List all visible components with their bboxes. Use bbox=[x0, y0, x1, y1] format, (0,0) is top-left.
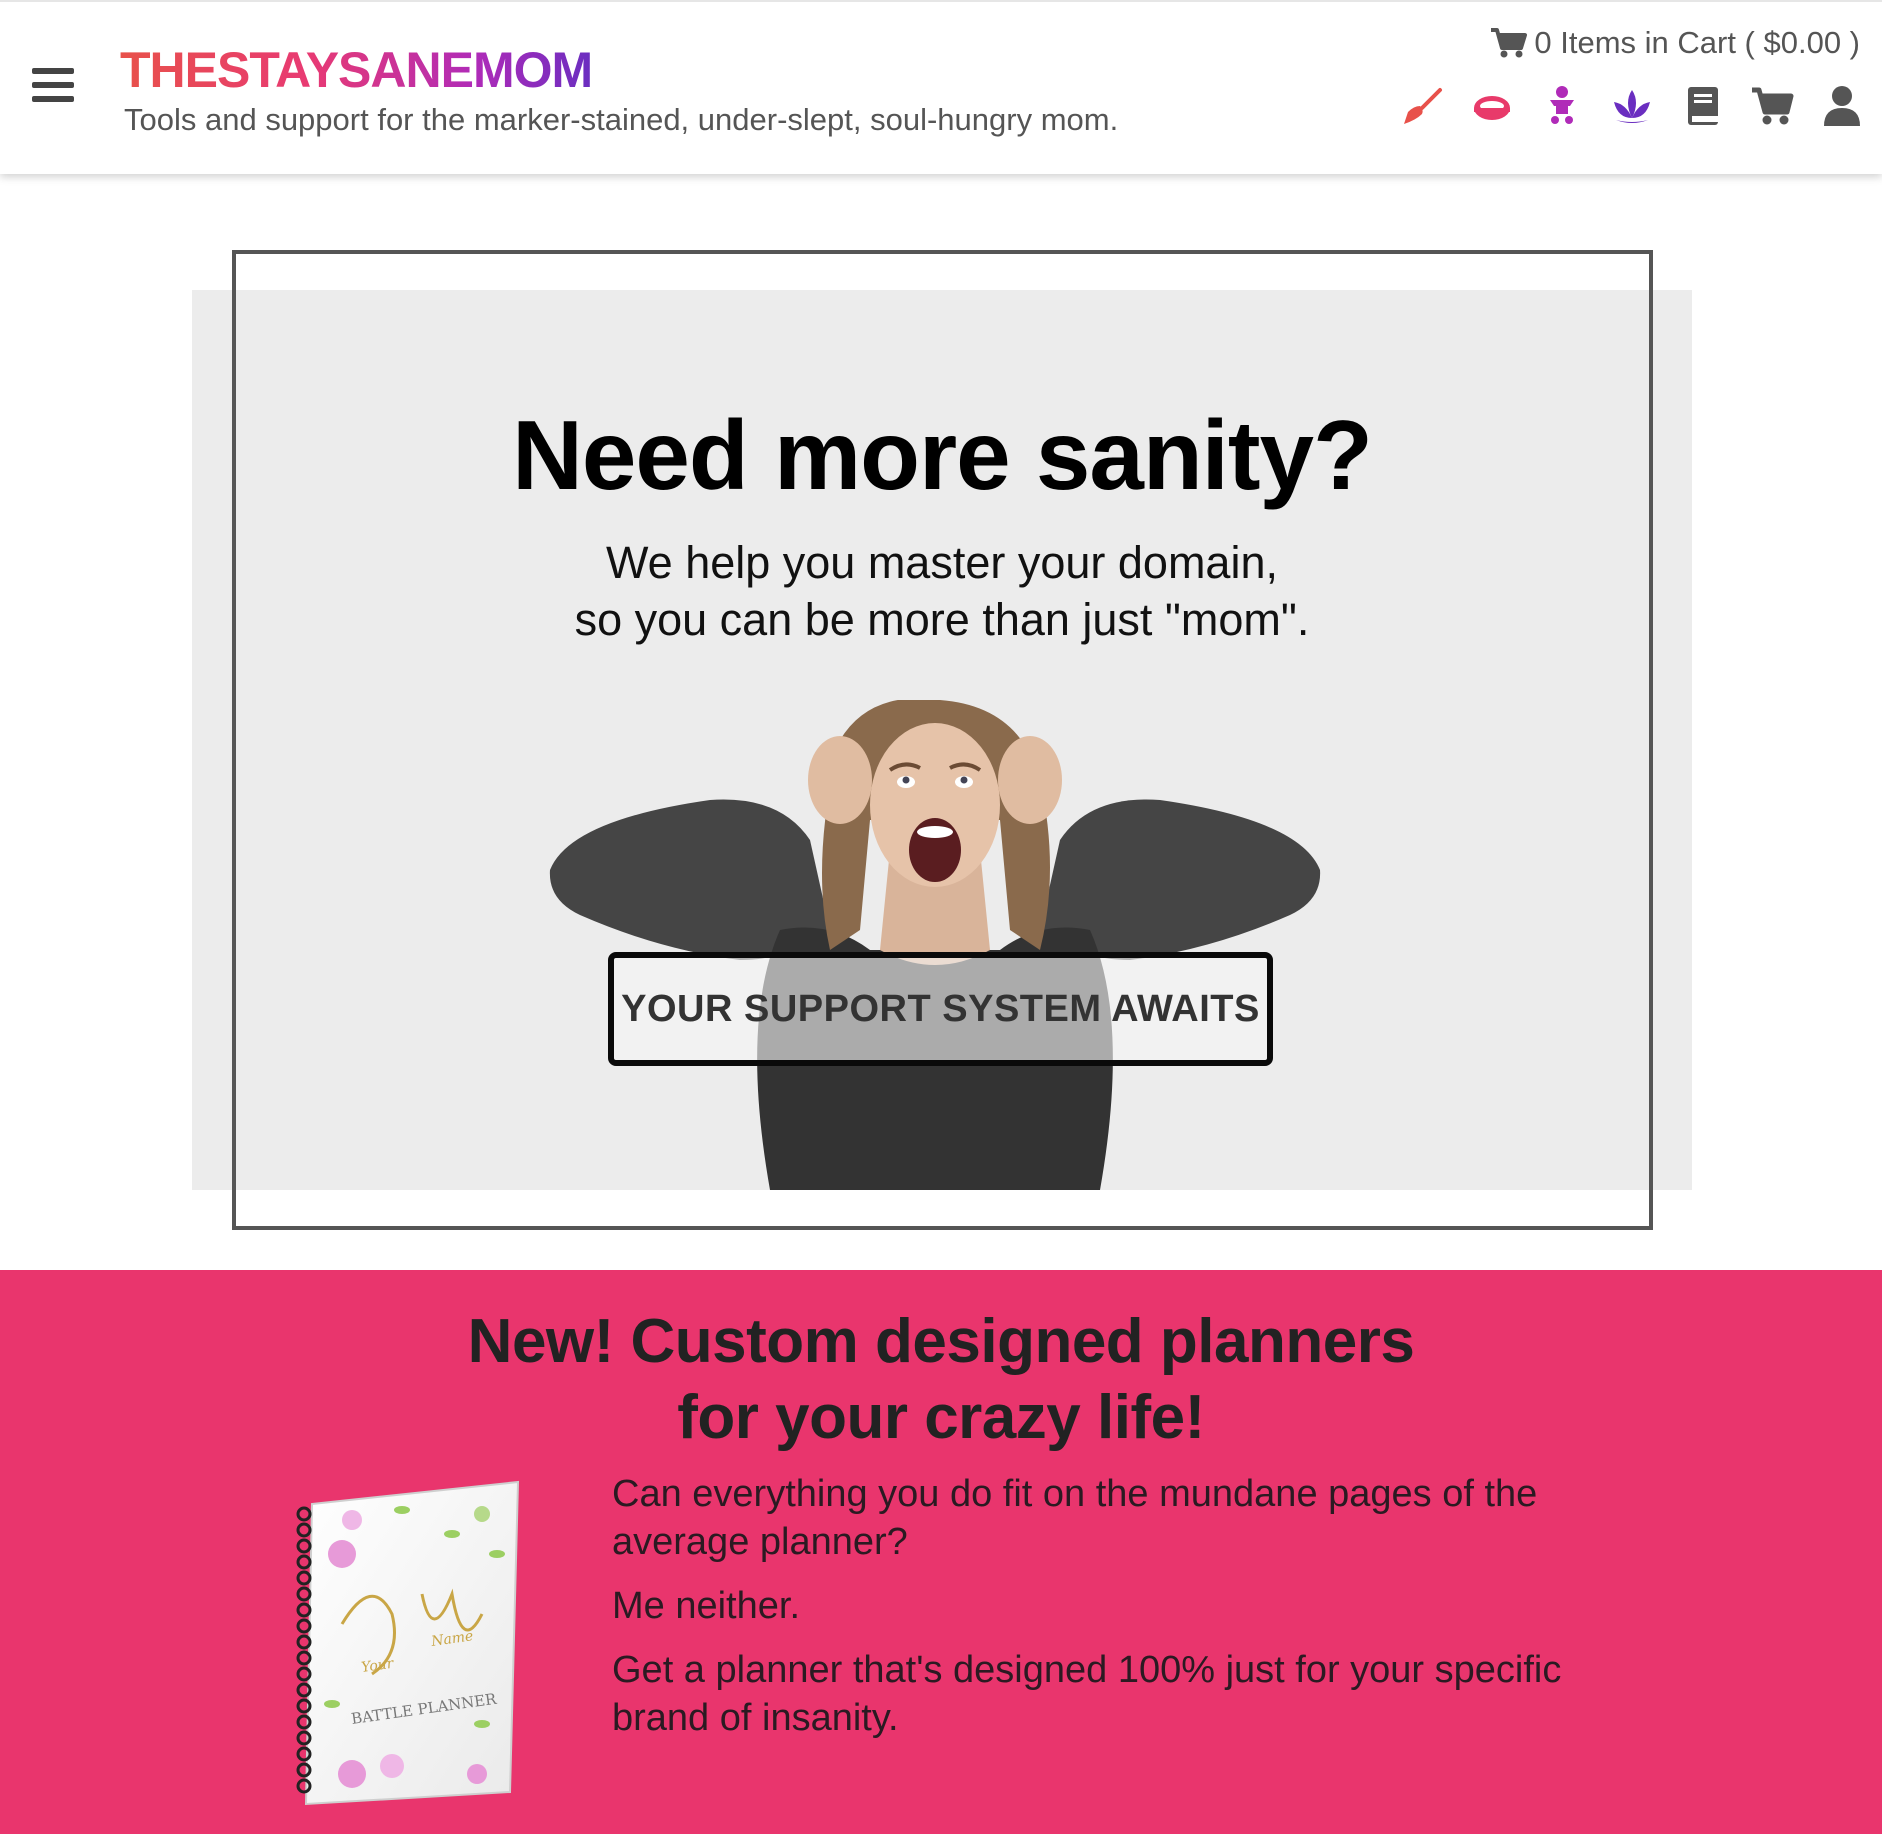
cart-icon[interactable] bbox=[1750, 84, 1794, 128]
hamburger-menu-icon[interactable] bbox=[32, 68, 74, 104]
planner-description: Can everything you do fit on the mundane… bbox=[612, 1470, 1622, 1758]
site-tagline: Tools and support for the marker-stained… bbox=[124, 102, 1119, 137]
planner-paragraph-1: Can everything you do fit on the mundane… bbox=[612, 1473, 1538, 1563]
cart-summary-icon bbox=[1491, 28, 1528, 58]
planner-heading-line-2: for your crazy life! bbox=[677, 1383, 1205, 1452]
lotus-icon[interactable] bbox=[1610, 84, 1654, 128]
site-logo[interactable]: THESTAYSANEMOM bbox=[120, 42, 593, 98]
ring-icon[interactable] bbox=[1470, 84, 1514, 128]
hero-title: Need more sanity? bbox=[512, 400, 1373, 510]
planner-paragraph-3: Get a planner that's designed 100% just … bbox=[612, 1649, 1562, 1739]
baby-icon[interactable] bbox=[1540, 84, 1584, 128]
cart-summary-text: 0 Items in Cart ( $0.00 ) bbox=[1534, 25, 1860, 60]
cart-summary-link[interactable]: 0 Items in Cart ( $0.00 ) bbox=[1490, 24, 1860, 62]
planner-heading-line-1: New! Custom designed planners bbox=[467, 1307, 1415, 1376]
user-icon[interactable] bbox=[1820, 84, 1864, 128]
site-header: THESTAYSANEMOM Tools and support for the… bbox=[0, 0, 1882, 174]
planner-promo-section: New! Custom designed planners for your c… bbox=[0, 1270, 1882, 1834]
battle-planner-image[interactable]: Your Name BATTLE PLANNER bbox=[282, 1474, 532, 1814]
broom-icon[interactable] bbox=[1400, 84, 1444, 128]
header-icon-nav bbox=[1400, 84, 1864, 128]
hero-subtitle-line-1: We help you master your domain, bbox=[606, 537, 1278, 588]
support-system-cta-button[interactable]: YOUR SUPPORT SYSTEM AWAITS bbox=[608, 952, 1273, 1066]
hero-subtitle-line-2: so you can be more than just "mom". bbox=[574, 594, 1310, 645]
hero-subtitle: We help you master your domain, so you c… bbox=[192, 534, 1692, 648]
planner-paragraph-2: Me neither. bbox=[612, 1585, 800, 1627]
book-icon[interactable] bbox=[1680, 84, 1724, 128]
stressed-woman-image bbox=[549, 700, 1321, 1190]
planner-heading: New! Custom designed planners for your c… bbox=[0, 1304, 1882, 1456]
